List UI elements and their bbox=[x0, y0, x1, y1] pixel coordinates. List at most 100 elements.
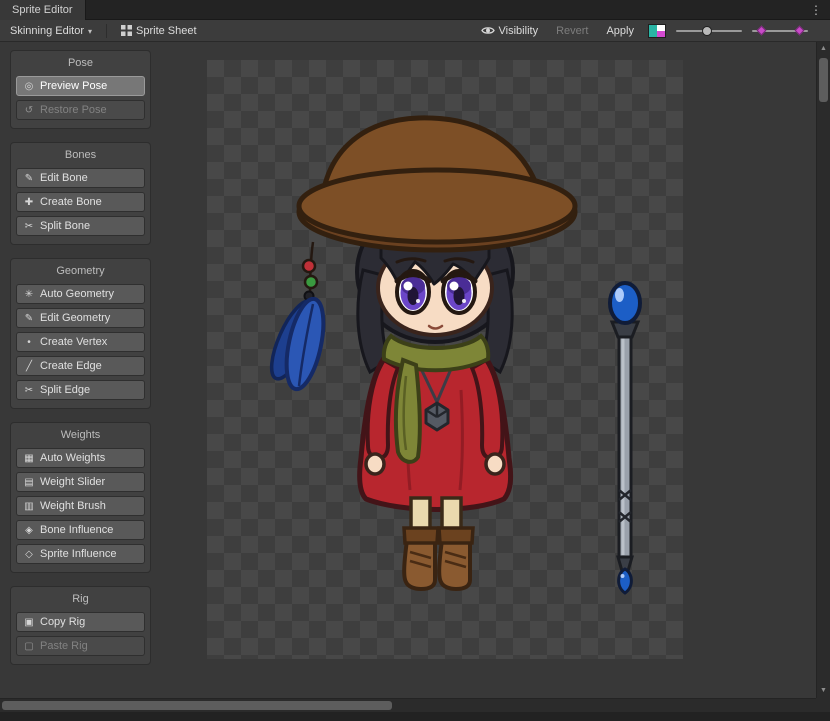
slider-knob[interactable] bbox=[702, 26, 712, 36]
create-bone-button[interactable]: ✚ Create Bone bbox=[16, 192, 145, 212]
panel-geometry: Geometry ✳ Auto Geometry ✎ Edit Geometry • Cre… bbox=[10, 258, 151, 409]
horizontal-scrollbar[interactable] bbox=[0, 698, 816, 712]
bone-influence-icon: ◈ bbox=[23, 525, 35, 536]
button-label: Weight Brush bbox=[40, 500, 106, 512]
sprite-sheet-label: Sprite Sheet bbox=[136, 25, 197, 37]
weight-brush-icon: ▥ bbox=[23, 501, 35, 512]
paste-rig-icon: ▢ bbox=[23, 641, 35, 652]
witch-character-sprite[interactable] bbox=[263, 118, 575, 589]
left-eye bbox=[397, 271, 429, 313]
overlay-color-swatch[interactable] bbox=[648, 24, 666, 38]
weight-slider-icon: ▤ bbox=[23, 477, 35, 488]
panel-title: Pose bbox=[16, 57, 145, 69]
split-bone-button[interactable]: ✂ Split Bone bbox=[16, 216, 145, 236]
button-label: Bone Influence bbox=[40, 524, 113, 536]
create-vertex-icon: • bbox=[23, 337, 35, 348]
button-label: Paste Rig bbox=[40, 640, 88, 652]
restore-pose-icon: ↺ bbox=[23, 105, 35, 116]
panel-title: Geometry bbox=[16, 265, 145, 277]
button-label: Edit Geometry bbox=[40, 312, 110, 324]
slider-handle-max[interactable] bbox=[795, 26, 805, 36]
panel-weights: Weights ▦ Auto Weights ▤ Weight Slider ▥ Weigh… bbox=[10, 422, 151, 573]
button-label: Split Edge bbox=[40, 384, 90, 396]
button-label: Split Bone bbox=[40, 220, 90, 232]
toolbar: Skinning Editor ▾ Sprite Sheet Visibilit… bbox=[0, 20, 830, 42]
button-label: Restore Pose bbox=[40, 104, 107, 116]
preview-pose-icon: ◎ bbox=[23, 81, 35, 92]
scroll-up-icon[interactable]: ▲ bbox=[817, 42, 830, 56]
skinning-editor-dropdown[interactable]: Skinning Editor ▾ bbox=[6, 22, 96, 40]
horizontal-scroll-thumb[interactable] bbox=[2, 701, 392, 710]
staff-sprite[interactable] bbox=[610, 283, 640, 593]
tool-panels: Pose ◎ Preview Pose ↺ Restore Pose Bones ✎ Edit… bbox=[10, 50, 151, 665]
create-bone-icon: ✚ bbox=[23, 197, 35, 208]
visibility-button[interactable]: Visibility bbox=[477, 22, 543, 40]
edit-bone-icon: ✎ bbox=[23, 173, 35, 184]
scrollbar-corner bbox=[816, 698, 830, 712]
window-bottom-edge bbox=[0, 712, 830, 721]
right-eye bbox=[443, 271, 475, 313]
copy-rig-button[interactable]: ▣ Copy Rig bbox=[16, 612, 145, 632]
tab-sprite-editor[interactable]: Sprite Editor bbox=[0, 0, 86, 20]
sprite-sheet-button[interactable]: Sprite Sheet bbox=[117, 22, 201, 40]
create-edge-icon: ╱ bbox=[23, 361, 35, 372]
revert-button: Revert bbox=[552, 22, 592, 40]
toolbar-divider bbox=[106, 24, 107, 38]
panel-bones: Bones ✎ Edit Bone ✚ Create Bone ✂ Split Bone bbox=[10, 142, 151, 245]
weight-overlay-slider[interactable] bbox=[752, 25, 808, 37]
split-bone-icon: ✂ bbox=[23, 221, 35, 232]
auto-geometry-button[interactable]: ✳ Auto Geometry bbox=[16, 284, 145, 304]
button-label: Auto Geometry bbox=[40, 288, 114, 300]
opacity-slider[interactable] bbox=[676, 25, 742, 37]
create-vertex-button[interactable]: • Create Vertex bbox=[16, 332, 145, 352]
title-bar: Sprite Editor ⋮ bbox=[0, 0, 830, 20]
button-label: Weight Slider bbox=[40, 476, 105, 488]
visibility-label: Visibility bbox=[499, 25, 539, 37]
apply-button[interactable]: Apply bbox=[602, 22, 638, 40]
bone-influence-button[interactable]: ◈ Bone Influence bbox=[16, 520, 145, 540]
button-label: Preview Pose bbox=[40, 80, 107, 92]
edit-geometry-icon: ✎ bbox=[23, 313, 35, 324]
sprite-influence-button[interactable]: ◇ Sprite Influence bbox=[16, 544, 145, 564]
copy-rig-icon: ▣ bbox=[23, 617, 35, 628]
panel-title: Weights bbox=[16, 429, 145, 441]
weight-brush-button[interactable]: ▥ Weight Brush bbox=[16, 496, 145, 516]
button-label: Edit Bone bbox=[40, 172, 88, 184]
preview-pose-button[interactable]: ◎ Preview Pose bbox=[16, 76, 145, 96]
button-label: Sprite Influence bbox=[40, 548, 116, 560]
split-edge-icon: ✂ bbox=[23, 385, 35, 396]
panel-title: Rig bbox=[16, 593, 145, 605]
left-boot bbox=[404, 528, 438, 589]
eye-icon bbox=[481, 25, 495, 36]
vertical-scrollbar[interactable]: ▲ ▼ bbox=[816, 42, 830, 698]
sprite-influence-icon: ◇ bbox=[23, 549, 35, 560]
paste-rig-button: ▢ Paste Rig bbox=[16, 636, 145, 656]
auto-weights-icon: ▦ bbox=[23, 453, 35, 464]
skinning-editor-label: Skinning Editor bbox=[10, 25, 84, 37]
sprite-canvas[interactable] bbox=[207, 60, 683, 659]
window-menu-icon[interactable]: ⋮ bbox=[810, 0, 822, 20]
right-boot bbox=[439, 528, 473, 589]
auto-weights-button[interactable]: ▦ Auto Weights bbox=[16, 448, 145, 468]
panel-title: Bones bbox=[16, 149, 145, 161]
button-label: Create Bone bbox=[40, 196, 102, 208]
slider-handle-min[interactable] bbox=[757, 26, 767, 36]
button-label: Copy Rig bbox=[40, 616, 85, 628]
hat-feather-charm bbox=[263, 242, 330, 392]
button-label: Create Edge bbox=[40, 360, 102, 372]
edit-bone-button[interactable]: ✎ Edit Bone bbox=[16, 168, 145, 188]
button-label: Create Vertex bbox=[40, 336, 107, 348]
create-edge-button[interactable]: ╱ Create Edge bbox=[16, 356, 145, 376]
pendant bbox=[426, 403, 448, 430]
edit-geometry-button[interactable]: ✎ Edit Geometry bbox=[16, 308, 145, 328]
panel-rig: Rig ▣ Copy Rig ▢ Paste Rig bbox=[10, 586, 151, 665]
vertical-scroll-thumb[interactable] bbox=[819, 58, 828, 102]
button-label: Auto Weights bbox=[40, 452, 105, 464]
scroll-down-icon[interactable]: ▼ bbox=[817, 684, 830, 698]
panel-pose: Pose ◎ Preview Pose ↺ Restore Pose bbox=[10, 50, 151, 129]
restore-pose-button: ↺ Restore Pose bbox=[16, 100, 145, 120]
weight-slider-button[interactable]: ▤ Weight Slider bbox=[16, 472, 145, 492]
auto-geometry-icon: ✳ bbox=[23, 289, 35, 300]
split-edge-button[interactable]: ✂ Split Edge bbox=[16, 380, 145, 400]
sprite-sheet-icon bbox=[121, 25, 132, 36]
